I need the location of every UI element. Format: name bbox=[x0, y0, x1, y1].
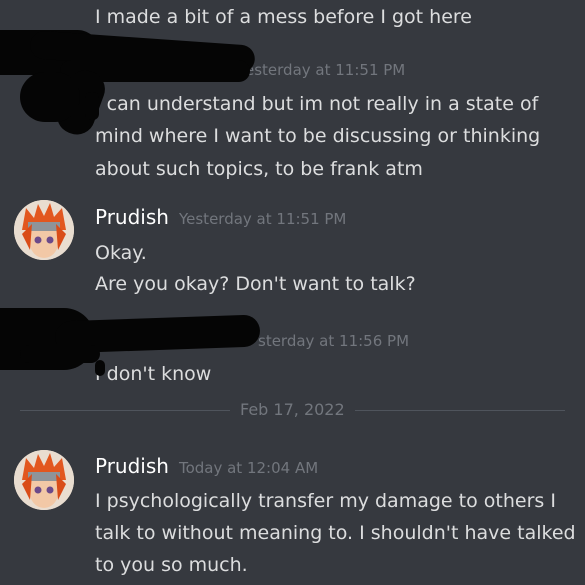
message-text: I don't know bbox=[95, 363, 212, 385]
message-text: mind where I want to be discussing or th… bbox=[95, 125, 541, 147]
message-text: I made a bit of a mess before I got here bbox=[95, 6, 472, 28]
message-timestamp: esterday at 11:51 PM bbox=[245, 61, 406, 79]
message-text: talk to without meaning to. I shouldn't … bbox=[95, 522, 576, 544]
message-text: I can understand but im not really in a … bbox=[95, 93, 539, 115]
date-divider-label: Feb 17, 2022 bbox=[230, 400, 355, 419]
message-text: Okay. bbox=[95, 242, 147, 264]
message-group-prudish-1: Prudish Yesterday at 11:51 PM Okay. Are y… bbox=[0, 198, 585, 308]
message-group-prudish-2: Prudish Today at 12:04 AM I psychological… bbox=[0, 448, 585, 585]
author-name[interactable]: Prudish bbox=[95, 205, 169, 229]
message-timestamp: sterday at 11:56 PM bbox=[258, 332, 410, 350]
message-timestamp: Today at 12:04 AM bbox=[178, 459, 319, 477]
message-timestamp: Yesterday at 11:51 PM bbox=[178, 210, 347, 228]
author-name[interactable]: Prudish bbox=[95, 454, 169, 478]
message-text: to you so much. bbox=[95, 554, 248, 576]
message-text: I psychologically transfer my damage to … bbox=[95, 490, 556, 512]
avatar[interactable] bbox=[14, 200, 74, 260]
avatar[interactable] bbox=[14, 450, 74, 510]
message-text: about such topics, to be frank atm bbox=[95, 158, 423, 180]
message-text: Are you okay? Don't want to talk? bbox=[95, 273, 416, 295]
